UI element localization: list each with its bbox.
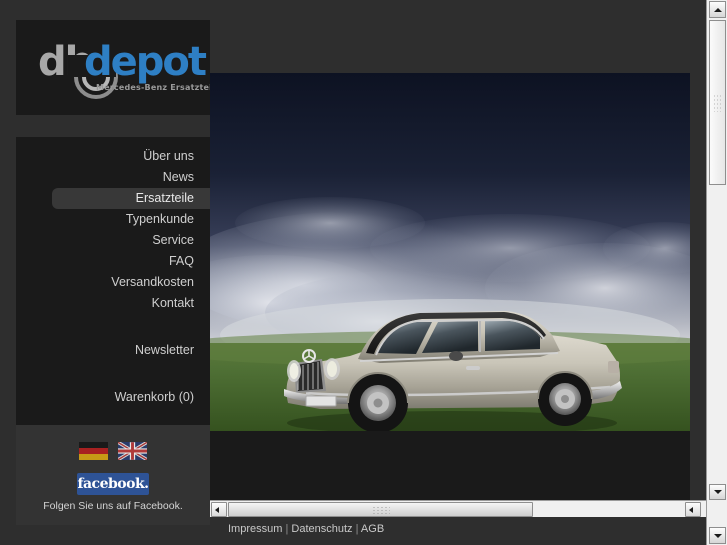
- nav-label: News: [162, 170, 194, 184]
- horizontal-scroll-thumb[interactable]: [228, 502, 533, 517]
- vertical-scroll-thumb[interactable]: [709, 20, 726, 185]
- language-switcher: [16, 442, 210, 460]
- nav-item-versandkosten[interactable]: Versandkosten: [16, 272, 210, 293]
- nav-item-warenkorb[interactable]: Warenkorb (0): [16, 387, 210, 408]
- footer-link-impressum[interactable]: Impressum: [228, 523, 282, 535]
- sidebar: db depot Mercedes-Benz Ersatzteile Über …: [16, 20, 226, 525]
- nav-item-kontakt[interactable]: Kontakt: [16, 293, 210, 314]
- nav-label: FAQ: [168, 254, 194, 268]
- cart-label: Warenkorb (0): [114, 390, 194, 404]
- facebook-label: facebook.: [77, 476, 149, 492]
- facebook-caption: Folgen Sie uns auf Facebook.: [43, 500, 183, 512]
- main-content: Über uns Hier eine kleine und sehr subje…: [210, 73, 690, 500]
- nav-item-newsletter[interactable]: Newsletter: [16, 340, 210, 361]
- arrow-left-icon: [689, 506, 693, 513]
- vertical-scrollbar[interactable]: [706, 0, 727, 545]
- scroll-down-button[interactable]: [709, 484, 726, 500]
- nav-label: Typenkunde: [125, 212, 194, 226]
- nav-item-ueber-uns[interactable]: Über uns: [16, 146, 226, 167]
- nav-label: Service: [152, 233, 194, 247]
- footer-links: Impressum | Datenschutz | AGB: [228, 523, 384, 535]
- scroll-left-button[interactable]: [211, 502, 227, 517]
- logo-subtitle: Mercedes-Benz Ersatzteile: [96, 83, 210, 92]
- flag-uk-icon[interactable]: [118, 442, 147, 460]
- nav-item-faq[interactable]: FAQ: [16, 251, 210, 272]
- arrow-down-icon: [713, 490, 722, 494]
- uk-flag-svg: [118, 442, 147, 460]
- nav-item-typenkunde[interactable]: Typenkunde: [16, 209, 210, 230]
- scroll-down-button-2[interactable]: [709, 527, 726, 544]
- footer-link-datenschutz[interactable]: Datenschutz: [291, 523, 352, 535]
- flag-de-icon[interactable]: [79, 442, 108, 460]
- scroll-up-button[interactable]: [709, 1, 726, 18]
- footer-link-agb[interactable]: AGB: [361, 523, 384, 535]
- arrow-down-icon: [713, 533, 722, 538]
- nav-label: Kontakt: [151, 296, 194, 310]
- scroll-thumb-grip: [712, 93, 723, 112]
- scroll-left-button-2[interactable]: [685, 502, 701, 517]
- nav-item-ersatzteile[interactable]: Ersatzteile: [52, 188, 210, 209]
- logo-depot-text: depot: [84, 39, 207, 85]
- horizontal-scrollbar[interactable]: [210, 500, 727, 517]
- content-panel: Über uns Hier eine kleine und sehr subje…: [210, 431, 690, 500]
- site-logo[interactable]: db depot Mercedes-Benz Ersatzteile: [38, 42, 210, 99]
- scroll-thumb-grip: [371, 505, 390, 514]
- nav-item-service[interactable]: Service: [16, 230, 210, 251]
- footer-separator: |: [355, 523, 359, 535]
- footer-separator: |: [285, 523, 289, 535]
- nav-label: Ersatzteile: [135, 191, 194, 205]
- nav-label: Versandkosten: [111, 275, 194, 289]
- arrow-left-icon: [215, 506, 219, 513]
- arrow-up-icon: [713, 7, 722, 12]
- nav-label: Newsletter: [134, 343, 194, 357]
- main-navigation: Über uns News Ersatzteile Typenkunde Ser…: [16, 137, 226, 425]
- hero-illustration: [210, 73, 690, 431]
- sidebar-footer: facebook. Folgen Sie uns auf Facebook.: [16, 425, 210, 525]
- hero-image: [210, 73, 690, 431]
- facebook-button[interactable]: facebook.: [77, 473, 149, 495]
- page-root: db depot Mercedes-Benz Ersatzteile Über …: [0, 0, 727, 545]
- logo-panel[interactable]: db depot Mercedes-Benz Ersatzteile: [16, 20, 210, 115]
- nav-item-news[interactable]: News: [16, 167, 210, 188]
- nav-label: Über uns: [143, 149, 194, 163]
